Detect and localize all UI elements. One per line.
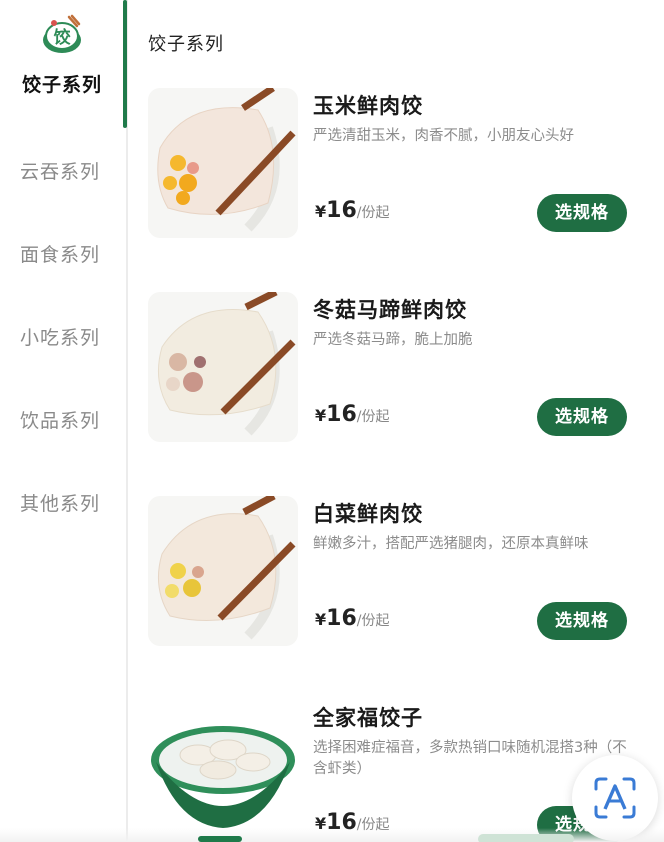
select-spec-button[interactable]: 选规格 [537,602,627,640]
sidebar-item-wonton[interactable]: 云吞系列 [0,157,124,184]
bottom-pill [478,834,574,842]
product-image [148,292,298,442]
price-unit: /份起 [356,205,390,221]
product-image [148,88,298,238]
price-symbol: ¥ [315,406,327,425]
product-name: 冬菇马蹄鲜肉饺 [313,298,467,322]
product-price: ¥16/份起 [315,198,389,223]
sidebar-item-snacks[interactable]: 小吃系列 [0,323,124,350]
translate-scan-icon [590,773,640,823]
sidebar-item-others[interactable]: 其他系列 [0,489,124,516]
price-unit: /份起 [356,409,390,425]
product-image [148,496,298,646]
product-name: 玉米鲜肉饺 [313,94,423,118]
product-description: 严选清甜玉米，肉香不腻，小朋友心头好 [313,128,574,144]
select-spec-button[interactable]: 选规格 [537,194,627,232]
product-description: 鲜嫩多汁，搭配严选猪腿肉，还原本真鲜味 [313,536,589,552]
bottom-indicator [198,836,242,842]
product-card[interactable]: 白菜鲜肉饺 鲜嫩多汁，搭配严选猪腿肉，还原本真鲜味 ¥16/份起 选规格 [140,496,650,676]
price-symbol: ¥ [315,610,327,629]
sidebar-item-noodles[interactable]: 面食系列 [0,240,124,267]
product-name: 全家福饺子 [313,706,423,730]
price-value: 16 [326,606,357,631]
dumpling-logo-icon: 饺 [41,14,83,56]
category-sidebar: 饺 饺子系列 云吞系列 面食系列 小吃系列 饮品系列 其他系列 [0,0,128,842]
sidebar-item-dumplings[interactable]: 饺 饺子系列 [0,14,124,114]
product-price: ¥16/份起 [315,606,389,631]
section-title: 饺子系列 [148,34,224,55]
sidebar-item-label: 饺子系列 [21,74,102,96]
active-indicator [123,0,127,128]
product-description: 严选冬菇马蹄，脆上加脆 [313,332,473,348]
svg-text:饺: 饺 [54,27,72,48]
product-card[interactable]: 冬菇马蹄鲜肉饺 严选冬菇马蹄，脆上加脆 ¥16/份起 选规格 [140,292,650,472]
product-price: ¥16/份起 [315,402,389,427]
sidebar-item-drinks[interactable]: 饮品系列 [0,406,124,433]
price-value: 16 [326,402,357,427]
product-name: 白菜鲜肉饺 [313,502,423,526]
product-image [148,700,298,842]
product-card[interactable]: 玉米鲜肉饺 严选清甜玉米，肉香不腻，小朋友心头好 ¥16/份起 选规格 [140,88,650,268]
price-symbol: ¥ [315,202,327,221]
product-card[interactable]: 全家福饺子 选择困难症福音，多款热销口味随机混搭3种（不含虾类） ¥16/份起 … [140,700,650,842]
select-spec-button[interactable]: 选规格 [537,398,627,436]
price-unit: /份起 [356,613,390,629]
price-value: 16 [326,198,357,223]
